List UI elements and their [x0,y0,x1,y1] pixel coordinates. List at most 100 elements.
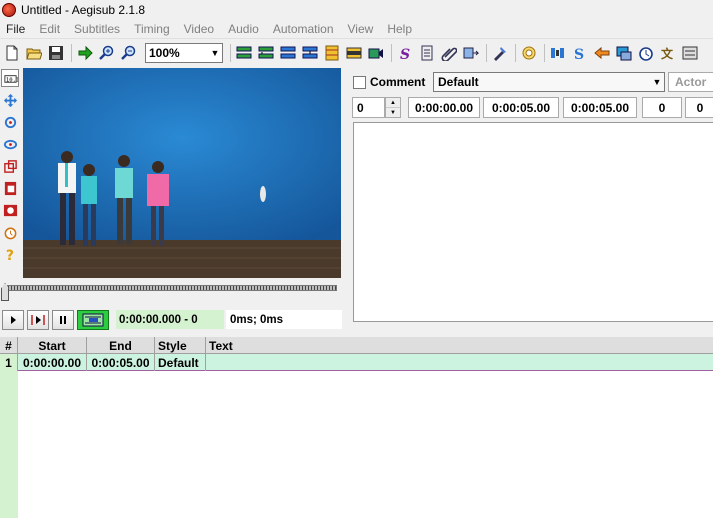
properties-icon[interactable] [417,43,437,63]
toolbar-separator [515,43,516,62]
header-end[interactable]: End [87,337,155,354]
end-time-field[interactable]: 0:00:05.00 [483,97,559,118]
standard-tool-icon[interactable]: 10.1 [1,69,19,87]
menu-timing[interactable]: Timing [128,22,178,36]
options-icon[interactable] [680,43,700,63]
pause-button[interactable] [52,310,74,330]
zoom-select[interactable]: 100% ▼ [145,42,223,63]
automation-icon[interactable] [490,43,510,63]
attachments-icon[interactable] [439,43,459,63]
clip-icon[interactable] [1,179,19,197]
toolbar-separator [71,43,72,62]
subtitle-edit-panel: Comment Default ▼ Actor 0 ▲ ▼ 0:00:00.00 0… [348,68,713,330]
styles-icon[interactable]: S [395,43,415,63]
margin-left-field[interactable]: 0 [642,97,682,118]
svg-text:?: ? [5,248,13,262]
toolbar-separator [391,43,392,62]
start-time-field[interactable]: 0:00:00.00 [408,97,480,118]
vector-clip-icon[interactable] [1,201,19,219]
menu-audio[interactable]: Audio [222,22,267,36]
margin-right-field[interactable]: 0 [685,97,713,118]
snap-icon[interactable] [344,43,364,63]
play-line-icon [31,315,45,325]
menu-video[interactable]: Video [178,22,222,36]
menu-subtitles[interactable]: Subtitles [68,22,128,36]
row-start: 0:00:00.00 [18,354,87,371]
table-row[interactable]: 1 0:00:00.00 0:00:05.00 Default [0,354,713,371]
drag-tool-icon[interactable] [1,91,19,109]
fonts-collector-icon[interactable] [461,43,481,63]
menu-view[interactable]: View [342,22,382,36]
actor-field[interactable]: Actor [668,72,713,92]
svg-text:文: 文 [661,46,674,61]
header-start[interactable]: Start [18,337,87,354]
save-file-icon[interactable] [46,43,66,63]
spin-up-icon[interactable]: ▲ [386,98,400,108]
zoom-out-icon[interactable] [119,43,139,63]
menu-bar: File Edit Subtitles Timing Video Audio A… [0,19,713,39]
spell-check-icon[interactable] [548,43,568,63]
scale-icon[interactable] [1,157,19,175]
split-icon-5[interactable] [322,43,342,63]
header-style[interactable]: Style [155,337,206,354]
jump-to-icon[interactable] [75,43,95,63]
resample-icon[interactable] [614,43,634,63]
svg-text:S: S [400,47,410,61]
split-icon-3[interactable] [278,43,298,63]
window-title: Untitled - Aegisub 2.1.8 [21,2,146,17]
video-time-display[interactable]: 0:00:00.000 - 0 [116,310,224,329]
video-clip-icon[interactable] [366,43,386,63]
menu-file[interactable]: File [0,22,33,36]
rotate-xy-icon[interactable] [1,135,19,153]
header-text[interactable]: Text [206,337,713,354]
play-button[interactable] [2,310,24,330]
menu-help[interactable]: Help [381,22,420,36]
style-select[interactable]: Default ▼ [433,72,665,92]
layer-spinner[interactable]: ▲ ▼ [385,97,401,118]
kanji-timer-icon[interactable] [592,43,612,63]
play-line-button[interactable] [27,310,49,330]
rotate-z-icon[interactable] [1,113,19,131]
video-seek-bar[interactable] [7,285,337,291]
split-icon-1[interactable] [234,43,254,63]
aegisub-app-icon[interactable] [2,2,16,17]
video-offset-display[interactable]: 0ms; 0ms [226,310,342,329]
select-lines-icon[interactable]: 文 [658,43,678,63]
chevron-down-icon: ▼ [210,47,220,58]
video-tools-bar: 10.1 ? [0,67,20,277]
subtitle-text-editor[interactable] [353,122,713,322]
realtime-icon[interactable] [1,223,19,241]
split-icon-2[interactable] [256,43,276,63]
duration-field[interactable]: 0:00:05.00 [563,97,637,118]
main-toolbar: 100% ▼ S S 文 [0,40,713,65]
video-controls: 0:00:00.000 - 0 0ms; 0ms [2,308,344,332]
open-file-icon[interactable] [24,43,44,63]
zoom-in-icon[interactable] [97,43,117,63]
chevron-down-icon: ▼ [652,77,662,87]
video-display[interactable] [23,68,341,278]
play-icon [11,316,16,324]
subtitle-grid: # Start End Style Text 1 0:00:00.00 0:00… [0,337,713,518]
layer-field[interactable]: 0 [352,97,385,118]
row-style: Default [155,354,206,371]
toolbar-separator [544,43,545,62]
video-frame-image [23,68,341,278]
autoscroll-toggle[interactable] [77,310,109,330]
autoscroll-icon [82,313,104,327]
row-end: 0:00:05.00 [87,354,155,371]
translation-assistant-icon[interactable] [519,43,539,63]
row-text [206,354,713,371]
spin-down-icon[interactable]: ▼ [386,108,400,118]
toolbar-separator [230,43,231,62]
new-file-icon[interactable] [2,43,22,63]
help-icon[interactable]: ? [1,245,19,263]
svg-text:10.1: 10.1 [5,77,17,83]
menu-automation[interactable]: Automation [267,22,342,36]
split-icon-4[interactable] [300,43,320,63]
timing-processor-icon[interactable]: S [570,43,590,63]
shift-times-icon[interactable] [636,43,656,63]
menu-edit[interactable]: Edit [33,22,68,36]
toolbar-separator [486,43,487,62]
comment-checkbox[interactable] [353,76,366,89]
header-number[interactable]: # [0,337,18,354]
